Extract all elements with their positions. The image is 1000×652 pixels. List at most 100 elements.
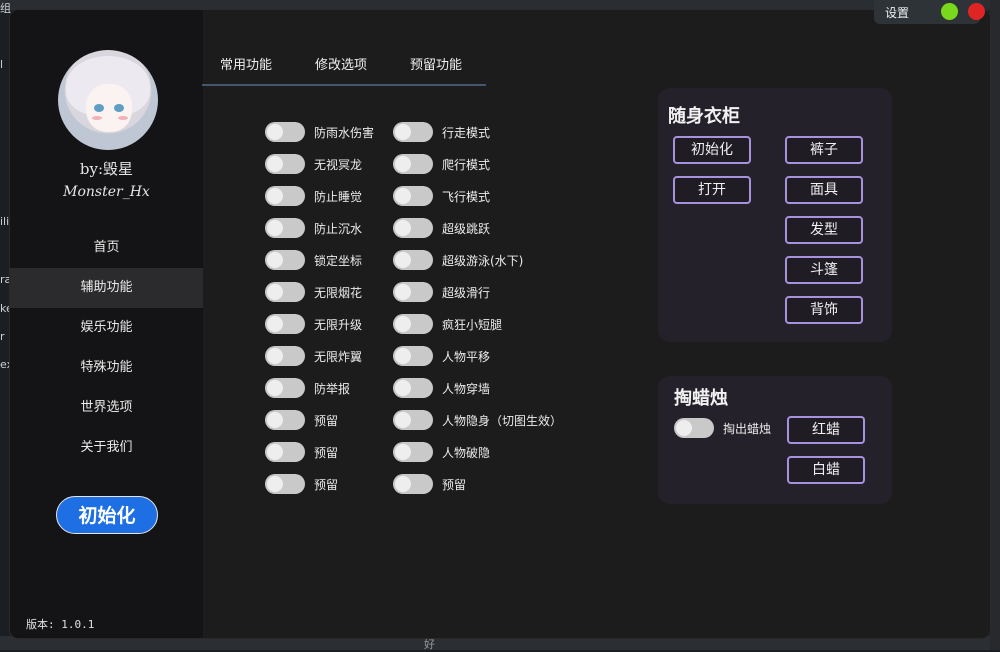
toggle-row: 预留 <box>265 474 338 494</box>
avatar <box>58 50 158 150</box>
toggle-row: 人物隐身（切图生效） <box>393 410 562 430</box>
wardrobe-init-button[interactable]: 初始化 <box>673 136 751 164</box>
tab-bar: 常用功能 修改选项 预留功能 <box>202 50 486 86</box>
background-text-fragment: l <box>0 58 4 71</box>
desktop-background-top <box>0 0 1000 10</box>
sidebar-item-assist[interactable]: 辅助功能 <box>10 268 203 308</box>
sidebar-item-world[interactable]: 世界选项 <box>10 388 203 428</box>
wardrobe-panel: 随身衣柜 初始化 打开 裤子 面具 发型 斗篷 背饰 <box>658 88 892 342</box>
toggle-row: 无限升级 <box>265 314 362 334</box>
toggle-row: 无限烟花 <box>265 282 362 302</box>
pants-button[interactable]: 裤子 <box>785 136 863 164</box>
toggle-row: 爬行模式 <box>393 154 490 174</box>
toggle-row: 无视冥龙 <box>265 154 362 174</box>
feature-toggle-label: 预留 <box>314 477 339 492</box>
toggle-row: 行走模式 <box>393 122 490 142</box>
feature-toggle[interactable] <box>393 186 433 206</box>
feature-toggle[interactable] <box>265 346 305 366</box>
sidebar-item-home[interactable]: 首页 <box>10 228 203 268</box>
feature-toggle-label: 人物隐身（切图生效） <box>442 413 563 428</box>
feature-toggle-label: 防止睡觉 <box>314 189 363 204</box>
hairstyle-button[interactable]: 发型 <box>785 216 863 244</box>
feature-toggle-label: 预留 <box>314 413 339 428</box>
feature-toggle[interactable] <box>393 378 433 398</box>
author-by: by:毁星 <box>79 160 134 178</box>
feature-toggle[interactable] <box>393 442 433 462</box>
feature-toggle-label: 预留 <box>314 445 339 460</box>
feature-toggle-label: 行走模式 <box>442 125 491 140</box>
initialize-button[interactable]: 初始化 <box>56 496 158 534</box>
feature-toggle-label: 防雨水伤害 <box>314 125 375 140</box>
feature-toggle[interactable] <box>393 154 433 174</box>
toggle-row: 预留 <box>393 474 466 494</box>
feature-toggle[interactable] <box>393 250 433 270</box>
feature-toggle[interactable] <box>265 378 305 398</box>
sidebar: by:毁星 Monster_Hx 首页 辅助功能 娱乐功能 特殊功能 世界选项 … <box>10 10 203 638</box>
tab-modify[interactable]: 修改选项 <box>315 54 367 73</box>
feature-toggle[interactable] <box>265 122 305 142</box>
feature-toggle[interactable] <box>393 282 433 302</box>
feature-toggle-label: 超级游泳(水下) <box>442 253 524 268</box>
sidebar-item-special[interactable]: 特殊功能 <box>10 348 203 388</box>
background-text-fragment: 组 <box>0 2 11 15</box>
tab-common[interactable]: 常用功能 <box>220 54 272 73</box>
feature-toggle-label: 防举报 <box>314 381 351 396</box>
desktop-taskbar: 好 <box>0 636 1000 651</box>
wardrobe-open-button[interactable]: 打开 <box>673 176 751 204</box>
desktop-background-right <box>990 0 1000 650</box>
tab-reserved[interactable]: 预留功能 <box>410 54 462 73</box>
feature-toggle[interactable] <box>393 314 433 334</box>
toggle-row: 超级跳跃 <box>393 218 490 238</box>
feature-toggle[interactable] <box>393 346 433 366</box>
feature-toggle-label: 防止沉水 <box>314 221 363 236</box>
feature-toggle-label: 飞行模式 <box>442 189 491 204</box>
feature-toggle-label: 人物穿墙 <box>442 381 491 396</box>
feature-toggle[interactable] <box>265 314 305 334</box>
toggle-row: 锁定坐标 <box>265 250 362 270</box>
feature-toggle[interactable] <box>393 122 433 142</box>
feature-toggle[interactable] <box>265 474 305 494</box>
feature-toggle[interactable] <box>393 218 433 238</box>
feature-toggle[interactable] <box>265 410 305 430</box>
sidebar-item-about[interactable]: 关于我们 <box>10 428 203 468</box>
red-candle-button[interactable]: 红蜡 <box>787 416 865 444</box>
toggle-row: 疯狂小短腿 <box>393 314 502 334</box>
feature-toggle[interactable] <box>265 282 305 302</box>
maximize-dot-icon[interactable] <box>941 3 958 20</box>
settings-bar: 设置 <box>874 0 985 24</box>
toggle-row: 防止沉水 <box>265 218 362 238</box>
take-candle-label: 掏出蜡烛 <box>723 421 772 436</box>
feature-toggle-label: 超级滑行 <box>442 285 491 300</box>
feature-toggle-label: 疯狂小短腿 <box>442 317 503 332</box>
feature-toggle-label: 无视冥龙 <box>314 157 363 172</box>
feature-toggle[interactable] <box>265 442 305 462</box>
white-candle-button[interactable]: 白蜡 <box>787 456 865 484</box>
feature-toggle[interactable] <box>265 154 305 174</box>
toggle-row: 超级滑行 <box>393 282 490 302</box>
cape-button[interactable]: 斗篷 <box>785 256 863 284</box>
background-text-fragment: ili <box>0 215 10 228</box>
feature-toggle[interactable] <box>265 250 305 270</box>
toggle-row: 人物破隐 <box>393 442 490 462</box>
candle-title: 掏蜡烛 <box>674 388 728 409</box>
feature-toggle[interactable] <box>265 218 305 238</box>
feature-toggle-label: 超级跳跃 <box>442 221 491 236</box>
feature-toggle[interactable] <box>393 474 433 494</box>
feature-toggle[interactable] <box>393 410 433 430</box>
candle-toggle-row: 掏出蜡烛 <box>674 418 771 438</box>
settings-label[interactable]: 设置 <box>885 4 909 21</box>
feature-toggle[interactable] <box>265 186 305 206</box>
toggle-row: 防举报 <box>265 378 350 398</box>
feature-toggle-label: 人物平移 <box>442 349 491 364</box>
feature-toggle-label: 预留 <box>442 477 467 492</box>
close-dot-icon[interactable] <box>968 3 985 20</box>
mask-button[interactable]: 面具 <box>785 176 863 204</box>
toggle-row: 预留 <box>265 410 338 430</box>
version-label: 版本: 1.0.1 <box>26 618 95 631</box>
feature-toggle-label: 锁定坐标 <box>314 253 363 268</box>
take-candle-toggle[interactable] <box>674 418 714 438</box>
back-accessory-button[interactable]: 背饰 <box>785 296 863 324</box>
toggle-row: 无限炸翼 <box>265 346 362 366</box>
feature-toggle-label: 无限升级 <box>314 317 363 332</box>
sidebar-item-entertainment[interactable]: 娱乐功能 <box>10 308 203 348</box>
